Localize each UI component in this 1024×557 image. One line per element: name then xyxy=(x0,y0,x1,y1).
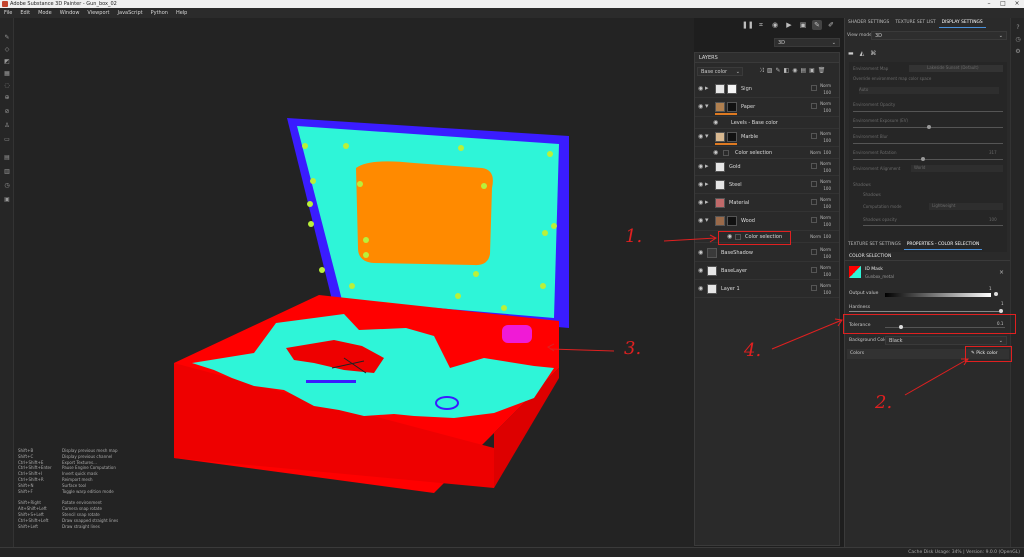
annot-label-2: 2. xyxy=(875,392,893,413)
annotation-arrows xyxy=(547,234,969,396)
annot-label-1: 1. xyxy=(625,226,643,247)
annot-label-3: 3. xyxy=(624,338,642,359)
annot-label-4: 4. xyxy=(744,340,762,361)
